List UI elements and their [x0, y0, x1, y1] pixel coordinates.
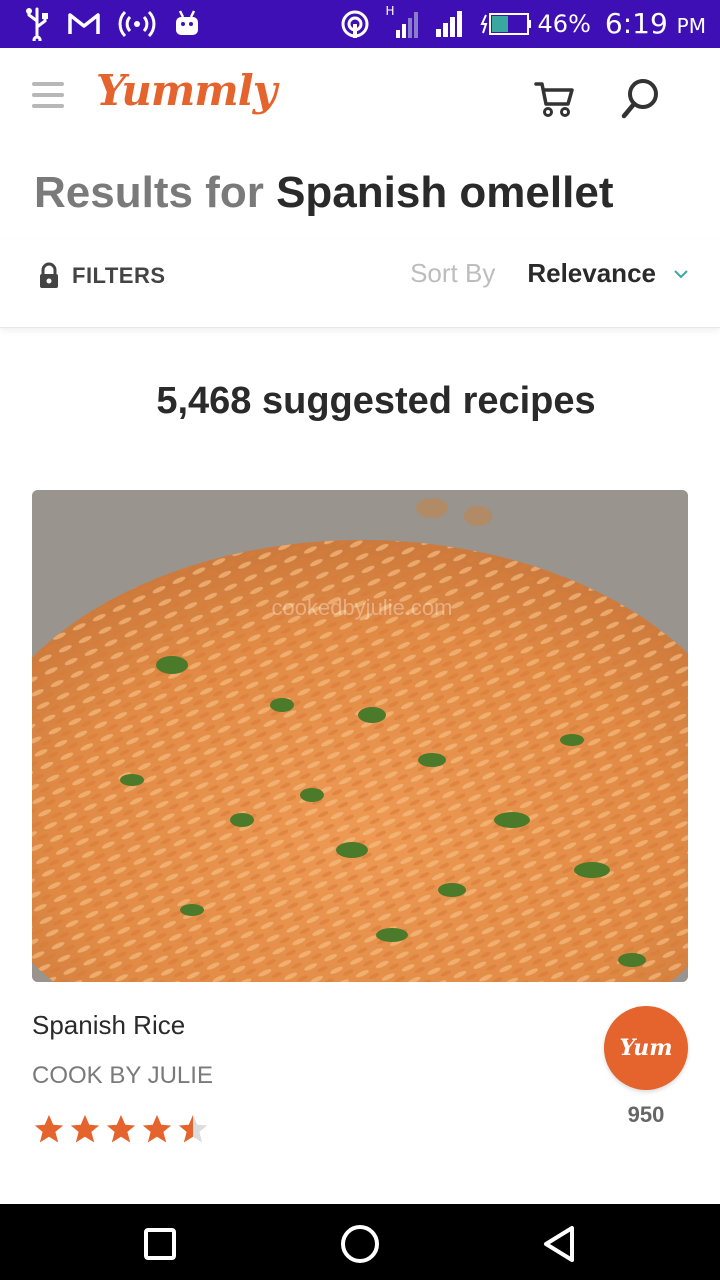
filter-sort-bar: FILTERS Sort By Relevance [0, 240, 720, 328]
results-heading: Results for Spanish omellet [34, 168, 613, 218]
signal-icon [435, 10, 462, 37]
chevron-down-icon [674, 269, 688, 278]
usb-icon [26, 7, 48, 41]
filters-button[interactable]: FILTERS [38, 262, 166, 290]
sort-label: Sort By [410, 258, 496, 288]
yum-count: 950 [627, 1102, 665, 1127]
star-icon [106, 1114, 136, 1143]
star-icon [70, 1114, 100, 1143]
clock: 6:19 PM [605, 7, 706, 40]
battery-indicator: 46% [479, 9, 591, 38]
star-icon [142, 1114, 172, 1143]
shopping-cart-icon [534, 82, 574, 117]
star-rating [32, 1112, 210, 1146]
sort-dropdown[interactable]: Sort By Relevance [410, 258, 690, 289]
recipe-source[interactable]: COOK BY JULIE [32, 1062, 213, 1090]
home-button[interactable] [338, 1222, 382, 1266]
wifi-calling-icon [341, 10, 369, 38]
filters-label: FILTERS [72, 263, 166, 288]
results-prefix: Results for [34, 168, 264, 217]
recipe-title[interactable]: Spanish Rice [32, 1010, 185, 1041]
status-right-icons: H 46% 6:19 PM [340, 4, 706, 40]
clock-ampm: PM [676, 14, 706, 38]
back-button[interactable] [538, 1222, 582, 1266]
app-header: Yummly [0, 48, 720, 148]
lock-icon [40, 262, 58, 288]
hamburger-menu-icon[interactable] [32, 82, 64, 108]
yummly-logo[interactable]: Yummly [96, 66, 277, 115]
clock-time: 6:19 [604, 7, 668, 40]
signal-h-icon: H [384, 4, 420, 40]
half-star-icon [178, 1114, 208, 1143]
search-button[interactable] [616, 74, 664, 122]
system-navigation-bar [0, 1204, 720, 1280]
yum-button[interactable]: Yum [604, 1006, 688, 1090]
image-watermark: cookedbyjulie.com [272, 595, 453, 620]
spanish-rice-photo: cookedbyjulie.com [32, 490, 688, 982]
recent-apps-button[interactable] [138, 1222, 182, 1266]
square-icon [144, 1228, 176, 1260]
status-bar: H 46% 6:19 PM [0, 0, 720, 48]
battery-percent: 46% [537, 9, 591, 38]
android-icon [176, 10, 198, 35]
gmail-icon [68, 13, 100, 34]
search-query: Spanish omellet [276, 168, 614, 217]
triangle-back-icon [544, 1226, 574, 1262]
star-icon [34, 1114, 64, 1143]
sort-value: Relevance [527, 258, 656, 288]
status-left-icons [24, 7, 200, 41]
recipe-image[interactable]: cookedbyjulie.com [32, 490, 688, 982]
shopping-cart-button[interactable] [530, 74, 578, 122]
search-icon [621, 79, 658, 119]
hotspot-icon [118, 10, 156, 38]
circle-icon [341, 1225, 379, 1263]
results-count: 5,468 suggested recipes [156, 380, 596, 422]
battery-icon [479, 12, 531, 35]
